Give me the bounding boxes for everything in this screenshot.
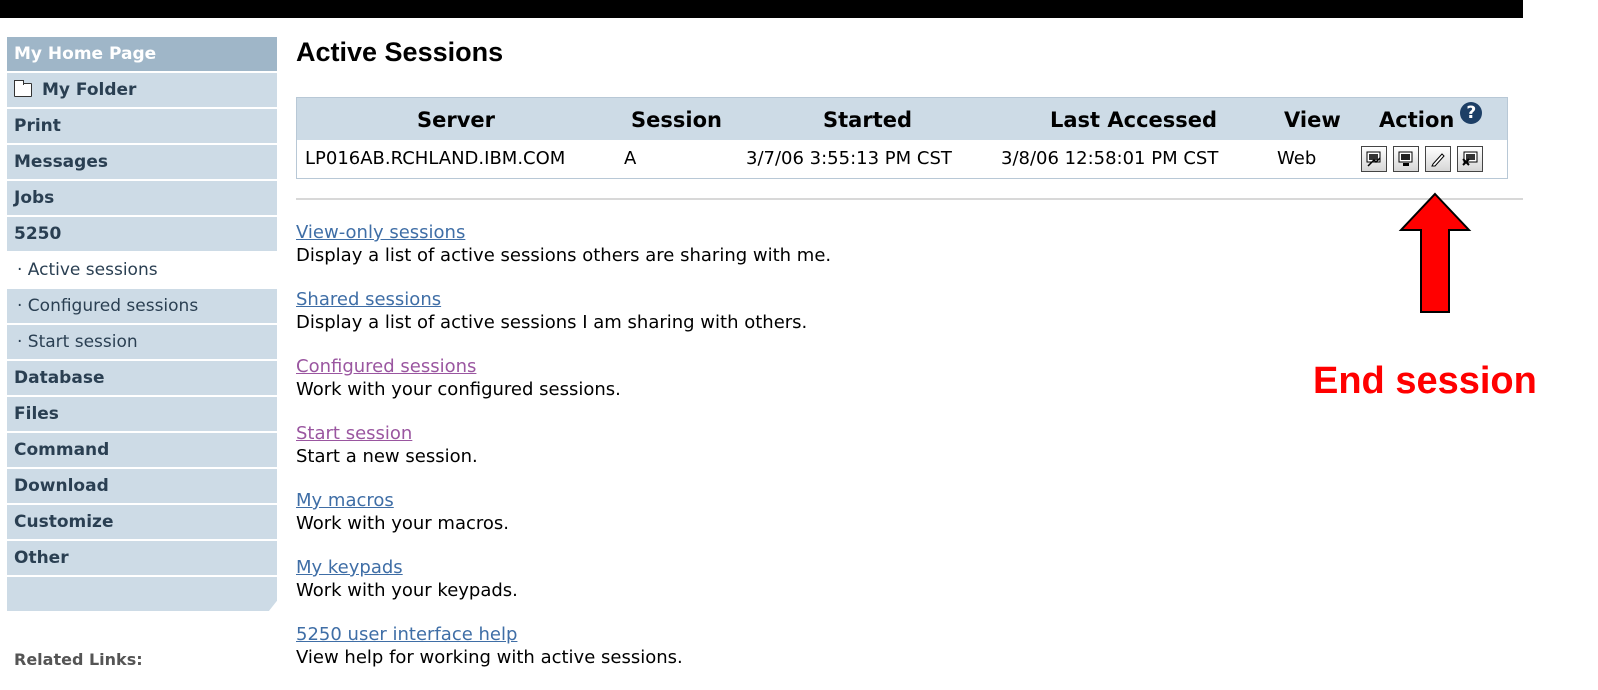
sidebar-item-label: Print: [14, 116, 61, 136]
sidebar-item-label: My Home Page: [14, 44, 157, 64]
column-header-session: Session: [631, 108, 722, 132]
cell-view: Web: [1277, 148, 1317, 169]
cell-session: A: [624, 148, 637, 169]
column-header-server: Server: [417, 108, 496, 132]
cell-server: LP016AB.RCHLAND.IBM.COM: [305, 148, 566, 169]
sidebar-item-label: Files: [14, 404, 59, 424]
section-divider: [296, 198, 1523, 200]
end-session-button[interactable]: [1457, 146, 1483, 172]
sidebar-item-label: Customize: [14, 512, 114, 532]
pencil-icon: [1431, 153, 1445, 167]
sidebar-footer: [7, 577, 277, 611]
page-title: Active Sessions: [296, 37, 504, 67]
sidebar-item-jobs[interactable]: Jobs: [7, 181, 277, 215]
start-session-link[interactable]: Start session: [296, 422, 831, 445]
sidebar-item-label: Jobs: [14, 188, 55, 208]
column-header-view: View: [1284, 108, 1341, 132]
list-item: 5250 user interface help View help for w…: [296, 623, 831, 690]
link-description: Display a list of active sessions I am s…: [296, 312, 808, 333]
sidebar-item-customize[interactable]: Customize: [7, 505, 277, 539]
share-session-button[interactable]: [1361, 146, 1387, 172]
sidebar-item-label: · Start session: [17, 332, 138, 352]
sidebar-item-label: Download: [14, 476, 109, 496]
link-description: Work with your macros.: [296, 513, 509, 534]
active-sessions-table: Server Session Started Last Accessed Vie…: [296, 97, 1508, 179]
sidebar-item-label: Command: [14, 440, 110, 460]
view-session-button[interactable]: [1393, 146, 1419, 172]
row-actions: [1361, 146, 1483, 172]
sidebar-item-messages[interactable]: Messages: [7, 145, 277, 179]
sidebar-item-print[interactable]: Print: [7, 109, 277, 143]
list-item: View-only sessions Display a list of act…: [296, 221, 831, 288]
sidebar-item-label: Other: [14, 548, 69, 568]
cell-last-accessed: 3/8/06 12:58:01 PM CST: [1001, 148, 1219, 169]
sidebar-item-files[interactable]: Files: [7, 397, 277, 431]
sidebar-item-label: Database: [14, 368, 105, 388]
sidebar-item-other[interactable]: Other: [7, 541, 277, 575]
sidebar-item-active-sessions[interactable]: · Active sessions: [7, 253, 277, 287]
list-item: My macros Work with your macros.: [296, 489, 831, 556]
edit-session-button[interactable]: [1425, 146, 1451, 172]
my-macros-link[interactable]: My macros: [296, 489, 831, 512]
sidebar-item-my-home-page[interactable]: My Home Page: [7, 37, 277, 71]
related-links-heading: Related Links:: [14, 650, 143, 669]
list-item: Start session Start a new session.: [296, 422, 831, 489]
sidebar-item-label: · Active sessions: [17, 260, 158, 280]
view-only-sessions-link[interactable]: View-only sessions: [296, 221, 831, 244]
link-description: Display a list of active sessions others…: [296, 245, 832, 266]
cell-started: 3/7/06 3:55:13 PM CST: [746, 148, 952, 169]
sidebar-item-database[interactable]: Database: [7, 361, 277, 395]
sidebar-item-label: · Configured sessions: [17, 296, 199, 316]
annotation-arrow-icon: [1398, 192, 1472, 313]
link-description: View help for working with active sessio…: [296, 647, 683, 668]
list-item: Shared sessions Display a list of active…: [296, 288, 831, 355]
column-header-started: Started: [823, 108, 913, 132]
column-header-last-accessed: Last Accessed: [1050, 108, 1218, 132]
list-item: My keypads Work with your keypads.: [296, 556, 831, 623]
list-item: Configured sessions Work with your confi…: [296, 355, 831, 422]
table-row: LP016AB.RCHLAND.IBM.COM A 3/7/06 3:55:13…: [297, 140, 1507, 178]
sidebar-item-label: My Folder: [42, 80, 137, 100]
folder-icon: [14, 80, 32, 97]
link-description: Work with your configured sessions.: [296, 379, 621, 400]
sidebar-item-download[interactable]: Download: [7, 469, 277, 503]
link-description: Work with your keypads.: [296, 580, 518, 601]
help-link[interactable]: 5250 user interface help: [296, 623, 831, 646]
sidebar-item-configured-sessions[interactable]: · Configured sessions: [7, 289, 277, 323]
share-session-icon: [1366, 151, 1381, 167]
end-session-annotation: End session: [1313, 360, 1537, 402]
end-session-icon: [1462, 151, 1478, 166]
column-header-action: Action?: [1379, 102, 1483, 132]
sidebar-item-command[interactable]: Command: [7, 433, 277, 467]
related-tasks-list: View-only sessions Display a list of act…: [296, 221, 831, 690]
sidebar-item-label: 5250: [14, 224, 62, 244]
help-icon[interactable]: ?: [1460, 102, 1483, 124]
sidebar-item-my-folder[interactable]: My Folder: [7, 73, 277, 107]
column-header-action-label: Action: [1379, 108, 1455, 132]
top-banner: [0, 0, 1523, 18]
sidebar-nav: My Home Page My Folder Print Messages Jo…: [7, 37, 277, 611]
table-header: Server Session Started Last Accessed Vie…: [297, 98, 1507, 140]
my-keypads-link[interactable]: My keypads: [296, 556, 831, 579]
shared-sessions-link[interactable]: Shared sessions: [296, 288, 831, 311]
link-description: Start a new session.: [296, 446, 478, 467]
sidebar-item-label: Messages: [14, 152, 108, 172]
sidebar-item-start-session[interactable]: · Start session: [7, 325, 277, 359]
view-session-icon: [1398, 151, 1413, 166]
configured-sessions-link[interactable]: Configured sessions: [296, 355, 831, 378]
sidebar-item-5250[interactable]: 5250: [7, 217, 277, 251]
